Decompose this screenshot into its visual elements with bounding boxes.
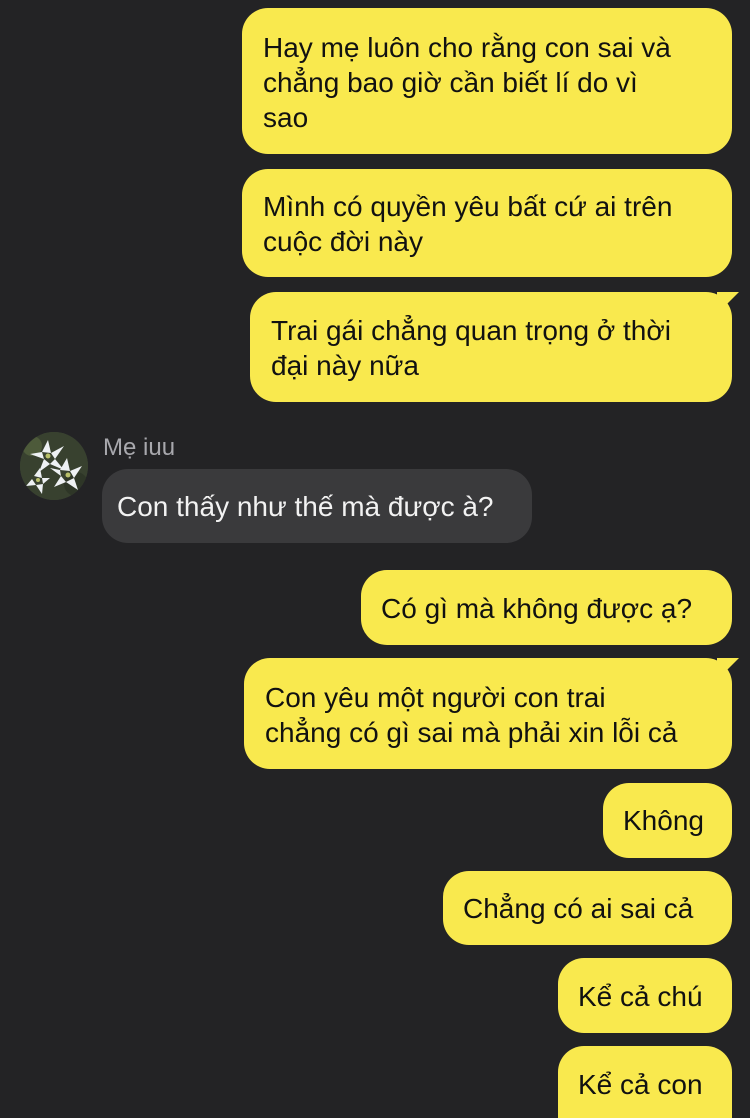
message-bubble-incoming[interactable]: Con thấy như thế mà được à? <box>102 469 532 543</box>
message-bubble-outgoing[interactable]: Hay mẹ luôn cho rằng con sai và chẳng ba… <box>242 8 732 154</box>
message-bubble-outgoing[interactable]: Chẳng có ai sai cả <box>443 871 732 945</box>
message-bubble-outgoing[interactable]: Không <box>603 783 732 858</box>
contact-avatar[interactable] <box>20 432 88 500</box>
chat-thread[interactable]: Hay mẹ luôn cho rằng con sai và chẳng ba… <box>0 0 750 1118</box>
sender-name: Mẹ iuu <box>103 434 176 461</box>
message-bubble-outgoing[interactable]: Trai gái chẳng quan trọng ở thời đại này… <box>250 292 732 402</box>
message-bubble-outgoing[interactable]: Kể cả con <box>558 1046 732 1118</box>
message-bubble-outgoing[interactable]: Con yêu một người con trai chẳng có gì s… <box>244 658 732 769</box>
message-bubble-outgoing[interactable]: Có gì mà không được ạ? <box>361 570 732 645</box>
message-bubble-outgoing[interactable]: Mình có quyền yêu bất cứ ai trên cuộc đờ… <box>242 169 732 277</box>
white-lily-flowers-avatar-icon <box>20 432 88 500</box>
message-bubble-outgoing[interactable]: Kể cả chú <box>558 958 732 1033</box>
